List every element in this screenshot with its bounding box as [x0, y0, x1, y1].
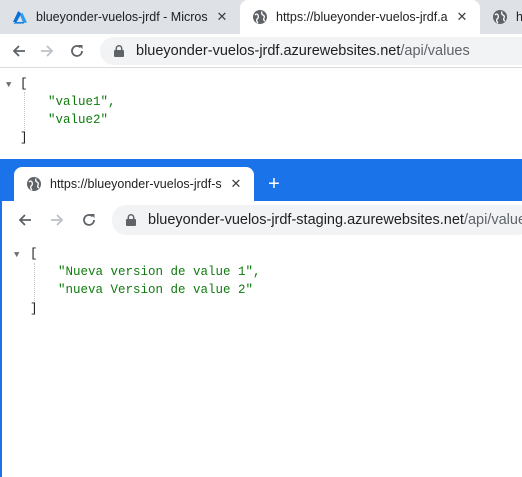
back-button[interactable]: [14, 209, 36, 231]
reload-button[interactable]: [66, 40, 88, 62]
arrow-left-icon: [12, 45, 25, 57]
json-viewer: ▼ [ "value1", "value2" ]: [0, 70, 522, 160]
json-string-item: "value2": [48, 113, 109, 127]
address-bar[interactable]: blueyonder-vuelos-jrdf.azurewebsites.net…: [100, 37, 522, 65]
tab-title: https://blueyonder-vuelos-jrdf.azurewebs…: [276, 10, 448, 24]
tab-strip: blueyonder-vuelos-jrdf - Microsoft Azure…: [0, 0, 522, 34]
azure-icon: [13, 11, 27, 24]
fold-toggle-icon[interactable]: ▼: [14, 250, 19, 260]
close-icon[interactable]: ✕: [228, 176, 244, 192]
tab-strip: https://blueyonder-vuelos-jrdf-staging.a…: [2, 159, 522, 201]
close-icon[interactable]: ✕: [454, 9, 470, 25]
tab-staging-api-values[interactable]: https://blueyonder-vuelos-jrdf-staging.a…: [14, 167, 254, 201]
tab-api-values[interactable]: https://blueyonder-vuelos-jrdf.azurewebs…: [240, 0, 480, 34]
close-icon[interactable]: ✕: [214, 9, 230, 25]
json-open-bracket: [: [20, 77, 28, 91]
reload-icon: [83, 214, 95, 226]
json-close-bracket: ]: [30, 302, 38, 316]
browser-window-staging: https://blueyonder-vuelos-jrdf-staging.a…: [0, 159, 522, 477]
fold-toggle-icon[interactable]: ▼: [6, 80, 11, 90]
lock-icon: [126, 214, 136, 226]
globe-icon: [253, 10, 267, 24]
url-host: blueyonder-vuelos-jrdf.azurewebsites.net: [136, 43, 401, 59]
globe-icon: [493, 10, 507, 24]
toolbar: blueyonder-vuelos-jrdf-staging.azurewebs…: [2, 201, 522, 239]
arrow-right-icon: [51, 214, 64, 226]
json-open-bracket: [: [30, 247, 38, 261]
toolbar: blueyonder-vuelos-jrdf.azurewebsites.net…: [0, 34, 522, 68]
lock-icon: [114, 45, 124, 57]
new-tab-button[interactable]: +: [262, 172, 286, 196]
tab-title: h: [516, 10, 522, 24]
tab-title: blueyonder-vuelos-jrdf - Microsoft Azure: [36, 10, 208, 24]
reload-icon: [71, 45, 83, 57]
arrow-right-icon: [41, 45, 54, 57]
tab-other[interactable]: h: [480, 0, 522, 34]
address-bar[interactable]: blueyonder-vuelos-jrdf-staging.azurewebs…: [112, 205, 522, 235]
json-viewer: ▼ [ "Nueva version de value 1", "nueva V…: [2, 241, 522, 477]
json-string-item: "nueva Version de value 2": [58, 283, 254, 297]
json-string-item: "value1",: [48, 95, 116, 109]
reload-button[interactable]: [78, 209, 100, 231]
address-url: blueyonder-vuelos-jrdf.azurewebsites.net…: [136, 43, 470, 59]
json-close-bracket: ]: [20, 131, 28, 145]
url-path: /api/values: [463, 212, 522, 228]
tab-title: https://blueyonder-vuelos-jrdf-staging.a…: [50, 177, 222, 191]
forward-button[interactable]: [36, 40, 58, 62]
browser-window-production: blueyonder-vuelos-jrdf - Microsoft Azure…: [0, 0, 522, 160]
forward-button[interactable]: [46, 209, 68, 231]
globe-icon: [27, 177, 41, 191]
url-path: /api/values: [400, 43, 470, 59]
tab-azure-portal[interactable]: blueyonder-vuelos-jrdf - Microsoft Azure…: [0, 0, 240, 34]
url-host: blueyonder-vuelos-jrdf-staging.azurewebs…: [148, 212, 464, 228]
json-string-item: "Nueva version de value 1",: [58, 265, 261, 279]
address-url: blueyonder-vuelos-jrdf-staging.azurewebs…: [148, 212, 522, 228]
arrow-left-icon: [18, 214, 31, 226]
back-button[interactable]: [8, 40, 30, 62]
